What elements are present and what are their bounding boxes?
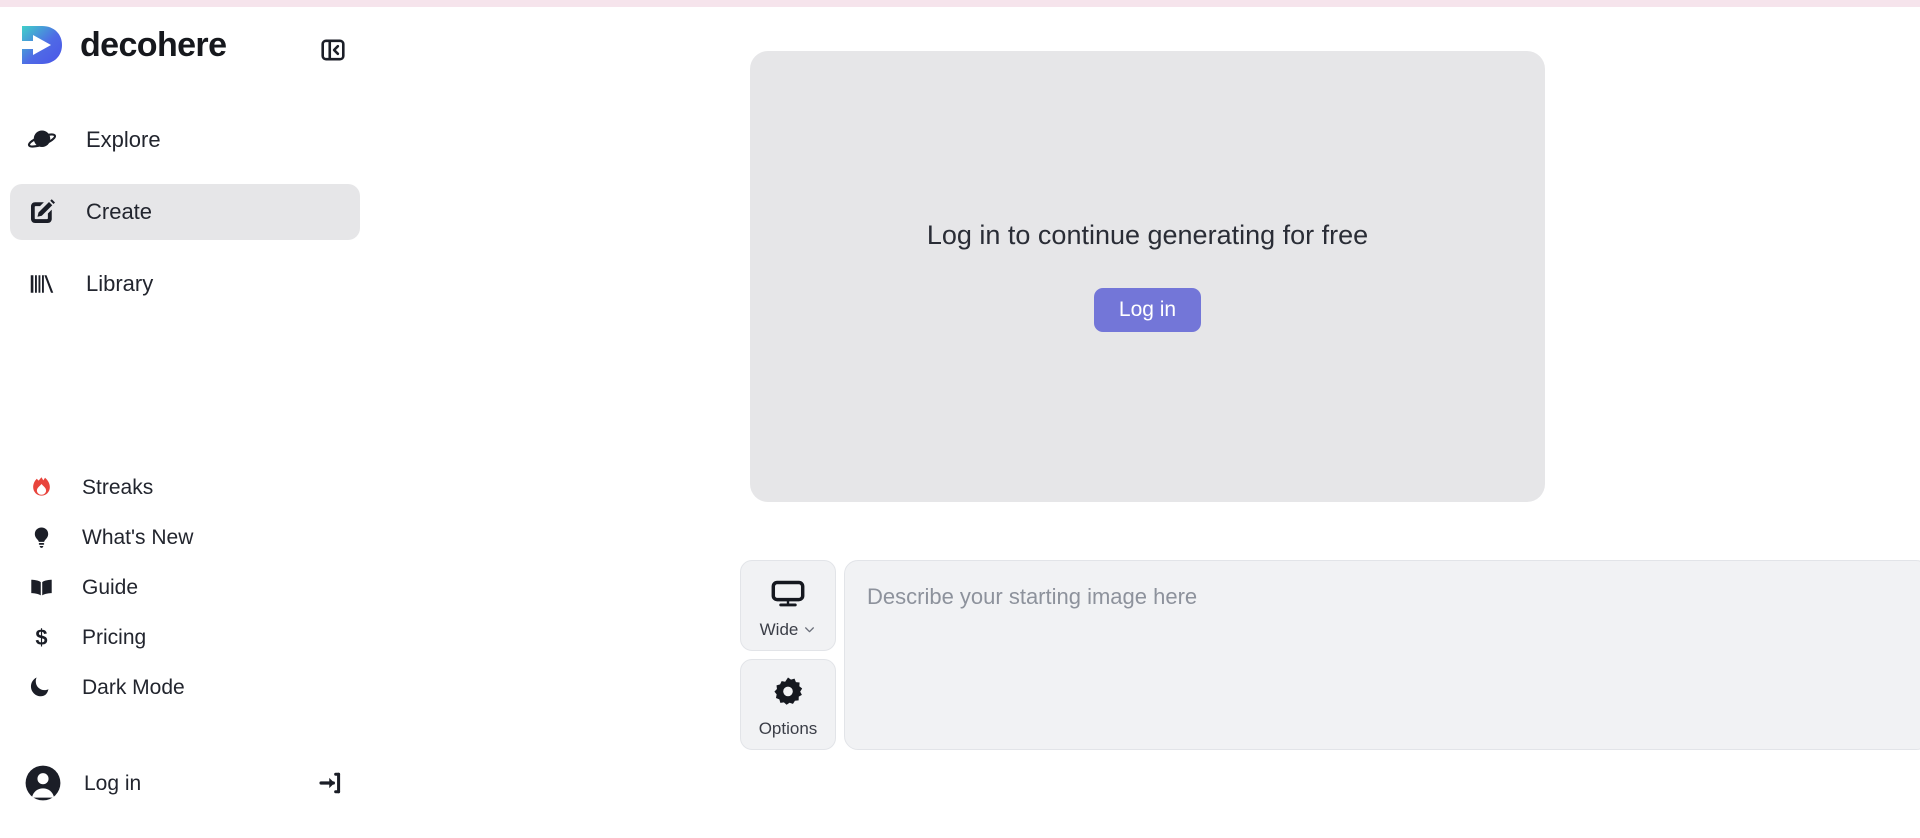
main-content: Log in to continue generating for free L… (370, 7, 1920, 838)
sidebar-item-label: Library (86, 271, 154, 296)
sidebar-item-label: Create (86, 199, 153, 224)
sidebar-item-pricing[interactable]: $ Pricing (10, 612, 360, 662)
composer: Wide Options Describe your starting imag… (740, 560, 1920, 750)
sidebar-item-label: Streaks (82, 475, 154, 499)
composer-tool-column: Wide Options (740, 560, 836, 750)
dollar-sign-icon: $ (26, 622, 56, 652)
sidebar-item-explore[interactable]: Explore (10, 112, 360, 168)
sidebar-collapse-button[interactable] (318, 35, 348, 65)
sidebar-item-label: Dark Mode (82, 675, 185, 699)
sidebar-item-streaks[interactable]: Streaks (10, 462, 360, 512)
aspect-ratio-label: Wide (759, 619, 799, 639)
sidebar-item-dark-mode[interactable]: Dark Mode (10, 662, 360, 712)
flame-icon (26, 472, 56, 502)
sidebar-collapse-icon (321, 39, 345, 61)
primary-navigation: Explore Create Library (10, 112, 360, 312)
account-login-row[interactable]: Log in (10, 757, 360, 809)
brand-name: decohere (80, 26, 227, 64)
top-accent-bar (0, 0, 1920, 7)
pencil-square-icon (26, 196, 58, 228)
open-book-icon (26, 572, 56, 602)
planet-icon (26, 124, 58, 156)
svg-text:$: $ (35, 625, 47, 650)
books-icon (26, 268, 58, 300)
sidebar-item-whats-new[interactable]: What's New (10, 512, 360, 562)
options-button[interactable]: Options (740, 659, 836, 750)
sidebar-item-guide[interactable]: Guide (10, 562, 360, 612)
sidebar-item-label: Guide (82, 575, 139, 599)
app-root: decohere Explore Create Library Streaks … (0, 0, 1920, 838)
secondary-navigation: Streaks What's New Guide $ Pricing Dark … (10, 462, 360, 712)
sidebar-item-label: Pricing (82, 625, 147, 649)
monitor-wide-icon (769, 574, 807, 612)
login-button[interactable]: Log in (1093, 287, 1202, 332)
prompt-input[interactable] (844, 560, 1920, 750)
sidebar-item-library[interactable]: Library (10, 256, 360, 312)
moon-icon (26, 672, 56, 702)
gear-icon (769, 673, 807, 711)
sign-in-arrow-icon[interactable] (316, 768, 346, 798)
sidebar-item-label: What's New (82, 525, 194, 549)
preview-login-gate-card: Log in to continue generating for free L… (750, 51, 1545, 502)
chevron-down-icon (803, 623, 816, 636)
user-avatar-icon (24, 764, 62, 802)
options-label: Options (758, 718, 818, 738)
sidebar-item-create[interactable]: Create (10, 184, 360, 240)
decohere-play-logo-icon (22, 26, 62, 64)
aspect-ratio-label-row: Wide (760, 621, 817, 638)
login-gate-message: Log in to continue generating for free (926, 219, 1369, 250)
brand[interactable]: decohere (18, 19, 227, 71)
aspect-ratio-button[interactable]: Wide (740, 560, 836, 651)
lightbulb-icon (26, 522, 56, 552)
sidebar-item-label: Explore (86, 127, 161, 152)
sidebar: decohere Explore Create Library Streaks … (0, 7, 370, 838)
account-login-label: Log in (84, 771, 142, 795)
